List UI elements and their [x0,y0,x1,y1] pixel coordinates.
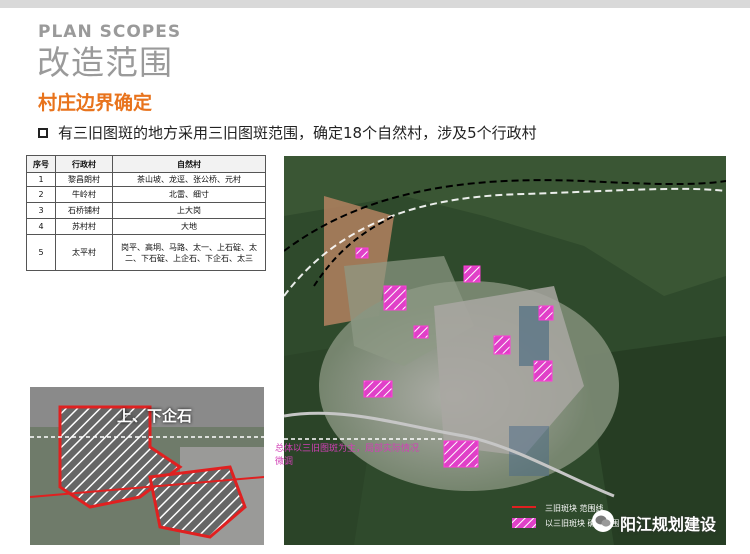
table-row: 3 石桥铺村 上大岗 [26,202,266,219]
natural-villages: 大地 [112,218,266,235]
row-number: 2 [26,186,56,203]
header-cell: 行政村 [55,155,113,173]
inset-map-label: 上、下企石 [117,407,193,425]
watermark: 阳江规划建设 [620,515,717,534]
table-row: 1 黎昌朗村 茶山坡、龙逕、张公桥、元村 [26,172,266,187]
admin-village: 苏村村 [55,218,113,235]
village-table: 序号 行政村 自然村 1 黎昌朗村 茶山坡、龙逕、张公桥、元村 2 牛岭村 北雷… [26,155,266,271]
header-cell: 自然村 [112,155,266,173]
table-row: 2 牛岭村 北雷、细寸 [26,186,266,203]
satellite-map-graphic [284,156,726,545]
table-row: 4 苏村村 大地 [26,218,266,235]
satellite-map [284,156,726,545]
table-header-row: 序号 行政村 自然村 [26,155,266,173]
row-number: 1 [26,172,56,187]
bullet-text: 有三旧图斑的地方采用三旧图斑范围，确定18个自然村，涉及5个行政村 [58,124,537,142]
top-bar [0,0,750,8]
section-heading: 村庄边界确定 [38,92,153,114]
admin-village: 石桥铺村 [55,202,113,219]
page-title: 改造范围 [37,43,173,82]
wechat-icon [592,510,614,532]
square-bullet-icon [38,127,48,138]
table-row: 5 太平村 岗平、高垌、马路、太一、上石碇、太二、下石碇、上企石、下企石、太三 [26,234,266,271]
row-number: 3 [26,202,56,219]
admin-village: 太平村 [55,234,113,271]
natural-villages: 北雷、细寸 [112,186,266,203]
row-number: 4 [26,218,56,235]
admin-village: 牛岭村 [55,186,113,203]
bullet-point: 有三旧图斑的地方采用三旧图斑范围，确定18个自然村，涉及5个行政村 [38,122,537,143]
row-number: 5 [26,234,56,271]
natural-villages: 上大岗 [112,202,266,219]
natural-villages: 岗平、高垌、马路、太一、上石碇、太二、下石碇、上企石、下企石、太三 [112,234,266,271]
header-cell: 序号 [26,155,56,173]
natural-villages: 茶山坡、龙逕、张公桥、元村 [112,172,266,187]
admin-village: 黎昌朗村 [55,172,113,187]
map-annotation: 总体以三旧图斑为主，局部实际情况微调 [275,444,420,467]
